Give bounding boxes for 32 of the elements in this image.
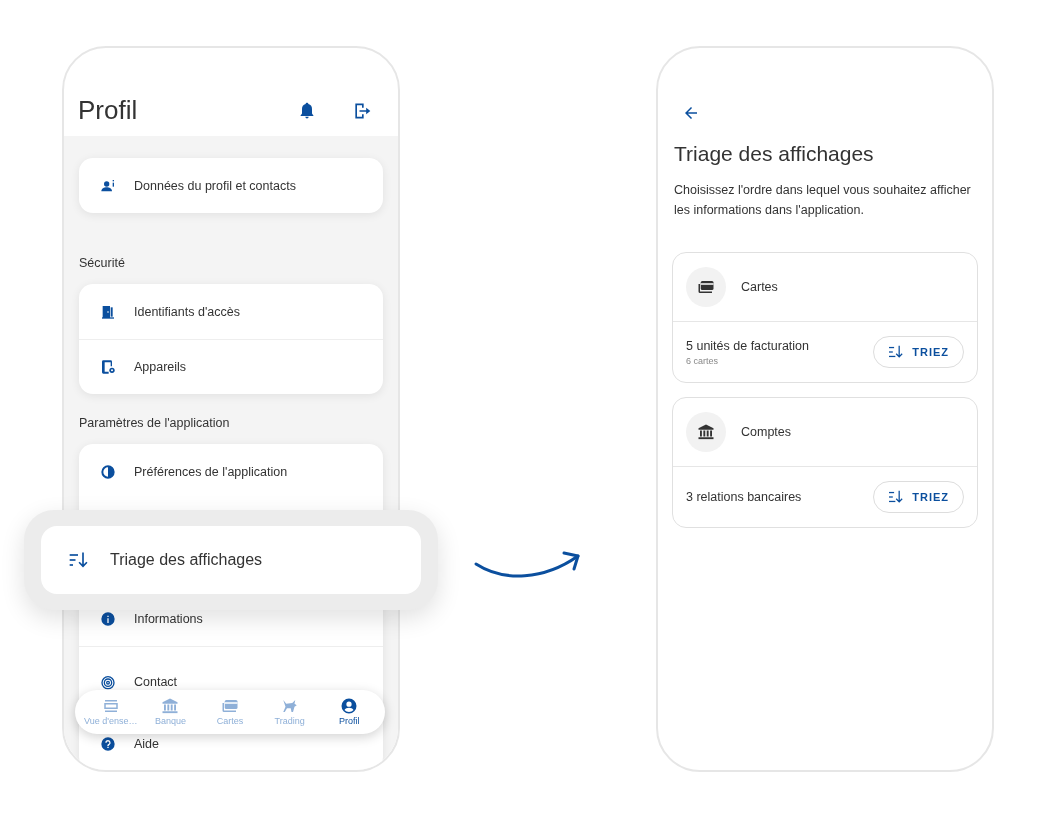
menu-item[interactable]: Identifiants d'accès: [79, 284, 383, 339]
menu-item[interactable]: Appareils: [79, 339, 383, 394]
sort-button[interactable]: TRIEZ: [873, 336, 964, 368]
logout-icon[interactable]: [352, 101, 372, 121]
sort-icon: [888, 490, 905, 504]
menu-item[interactable]: Données du profil et contacts: [79, 158, 383, 213]
section-title: Sécurité: [79, 255, 126, 272]
description: Choisissez l'ordre dans lequel vous souhaitez afficher les informations dans l'application.: [674, 182, 972, 219]
help-icon: [100, 736, 116, 752]
screen-title: Triage des affichages: [673, 142, 875, 166]
info-icon: [100, 611, 116, 627]
category-title: Comptes: [741, 425, 792, 439]
sort-icon: [888, 345, 905, 359]
sort-button[interactable]: TRIEZ: [873, 481, 964, 513]
person-info-icon: [100, 177, 116, 194]
profile-icon: [340, 697, 359, 715]
bank-icon: [697, 423, 715, 441]
cards-icon: [221, 697, 239, 715]
menu-item[interactable]: Triage des affichages: [41, 526, 421, 594]
door-icon: [100, 303, 116, 320]
section-title: Paramètres de l'application: [79, 415, 231, 432]
screen-title: Profil: [78, 95, 138, 125]
sort-icon: [68, 550, 88, 570]
cards-icon: [697, 278, 715, 296]
category-title: Cartes: [741, 280, 778, 294]
contrast-icon: [100, 463, 116, 480]
menu-item[interactable]: Préférences de l'application: [79, 444, 383, 499]
summary-text: 5 unités de facturation: [686, 338, 809, 353]
summary-text: 3 relations bancaires: [686, 490, 802, 504]
overview-icon: [101, 697, 120, 715]
bank-icon: [161, 697, 180, 715]
detail-text: 6 cartes: [686, 355, 719, 366]
